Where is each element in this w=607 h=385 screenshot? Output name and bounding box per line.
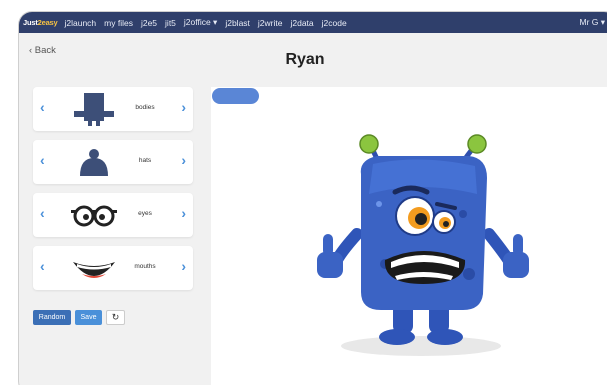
eyes-icon <box>71 205 117 227</box>
part-label: eyes <box>138 210 152 217</box>
monster-character-illustration <box>317 134 529 356</box>
chevron-right-icon[interactable]: › <box>181 99 186 115</box>
brand-logo[interactable]: Just2easy <box>23 18 58 27</box>
user-menu[interactable]: Mr G ▾ <box>579 17 605 28</box>
part-row-hats: ‹ hats › <box>33 140 193 184</box>
chevron-left-icon[interactable]: ‹ <box>40 152 45 168</box>
nav-j2e5[interactable]: j2e5 <box>141 18 157 28</box>
nav-j2data[interactable]: j2data <box>290 18 313 28</box>
part-label: hats <box>138 157 152 164</box>
chevron-left-icon[interactable]: ‹ <box>40 205 45 221</box>
random-button[interactable]: Random <box>33 310 71 325</box>
nav-j2launch[interactable]: j2launch <box>64 18 96 28</box>
part-label: bodies <box>135 104 155 111</box>
canvas-toggle-pill[interactable] <box>212 88 259 104</box>
part-row-eyes: ‹ eyes › <box>33 193 193 237</box>
part-row-bodies: ‹ bodies › <box>33 87 193 131</box>
chevron-right-icon[interactable]: › <box>181 258 186 274</box>
top-navbar: Just2easy j2launch my files j2e5 jit5 j2… <box>19 12 607 33</box>
nav-j2blast[interactable]: j2blast <box>225 18 250 28</box>
nav-j2code[interactable]: j2code <box>322 18 347 28</box>
chevron-left-icon[interactable]: ‹ <box>40 99 45 115</box>
nav-jit5[interactable]: jit5 <box>165 18 176 28</box>
refresh-button[interactable]: ↻ <box>106 310 125 325</box>
save-button[interactable]: Save <box>75 310 102 325</box>
part-label: mouths <box>134 263 156 270</box>
chevron-right-icon[interactable]: › <box>181 152 186 168</box>
body-silhouette-icon <box>74 93 114 126</box>
app-window: Just2easy j2launch my files j2e5 jit5 j2… <box>18 11 607 385</box>
hat-icon <box>80 149 108 176</box>
nav-my-files[interactable]: my files <box>104 18 133 28</box>
page-title: Ryan <box>285 51 325 68</box>
nav-j2office[interactable]: j2office ▾ <box>184 17 217 28</box>
nav-j2write[interactable]: j2write <box>258 18 283 28</box>
mouth-icon <box>73 262 115 278</box>
chevron-left-icon[interactable]: ‹ <box>40 258 45 274</box>
part-row-mouths: ‹ mouths › <box>33 246 193 290</box>
chevron-right-icon[interactable]: › <box>181 205 186 221</box>
